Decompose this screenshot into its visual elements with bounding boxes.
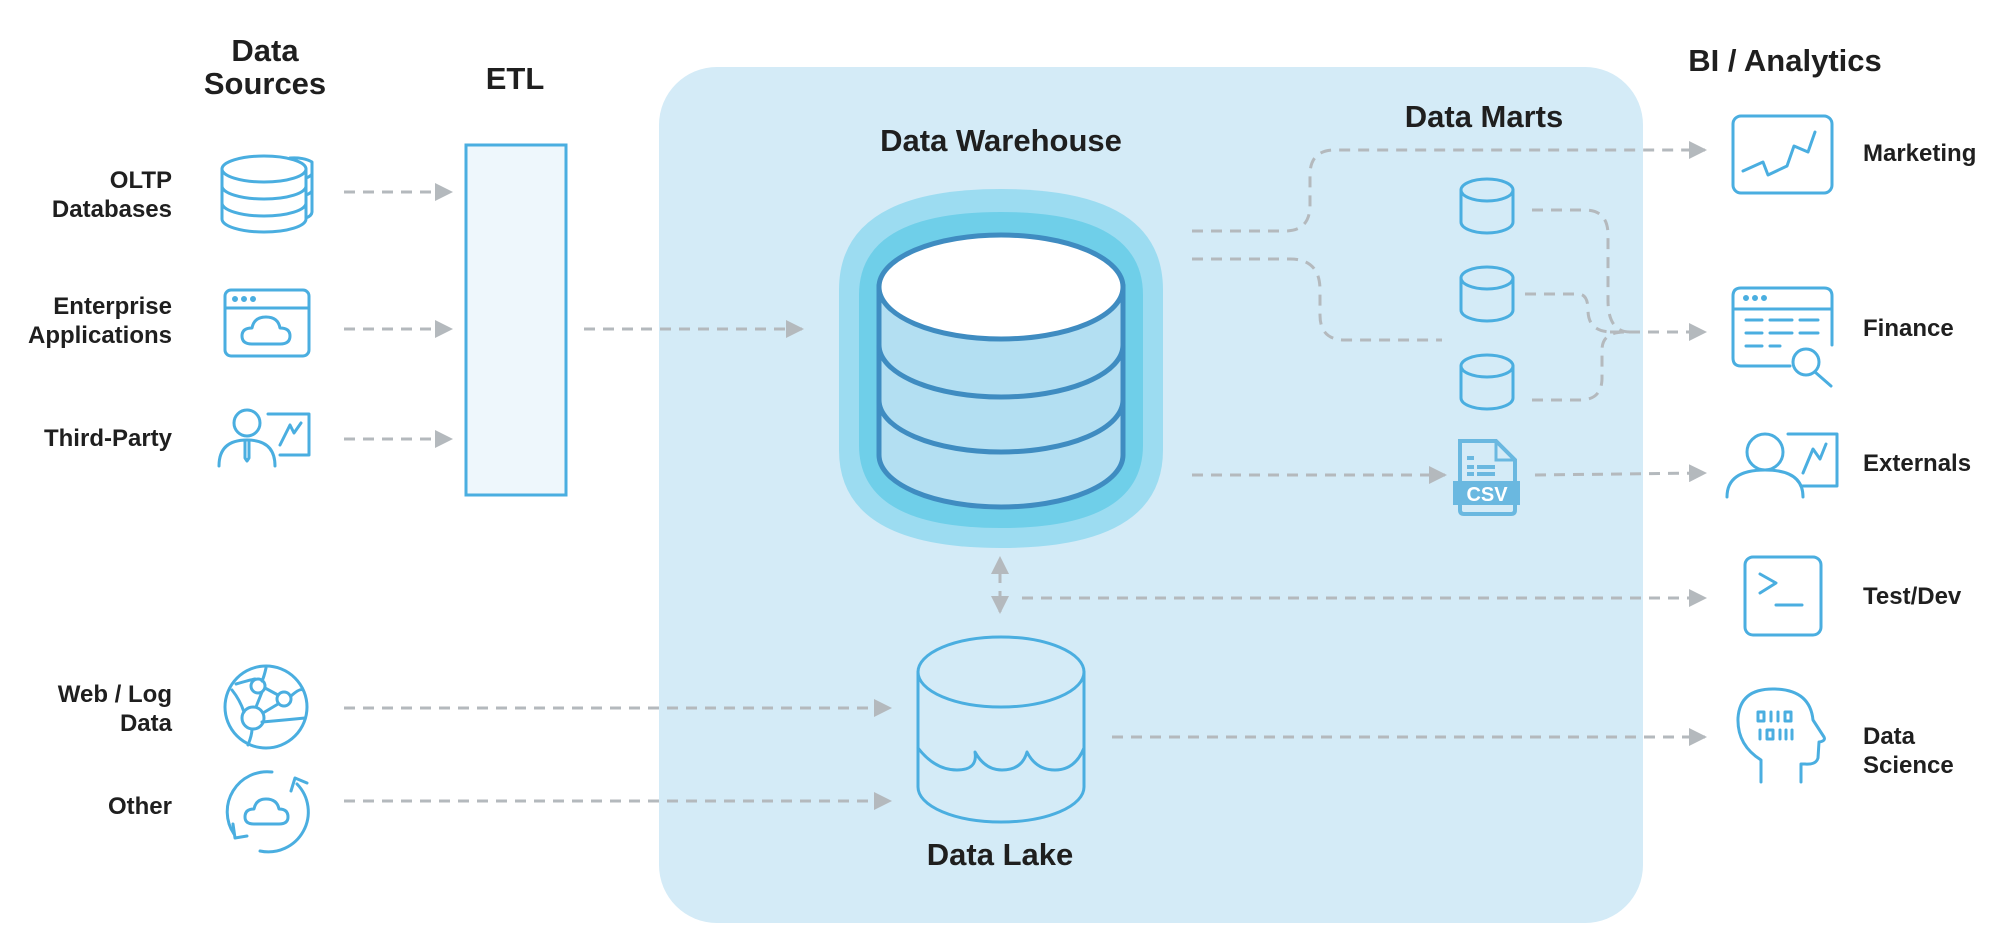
arrow-csv-to-externals: [1534, 464, 1707, 483]
trend-chart-icon: [1731, 114, 1834, 195]
arrow-warehouse-to-marts: [1192, 257, 1442, 342]
database-stack-icon: [220, 154, 314, 234]
diagram-canvas: CSV: [217, 114, 1839, 854]
data-warehouse-icon: [839, 189, 1163, 548]
cloud-sync-icon: [225, 770, 310, 854]
app-cloud-icon: [223, 288, 311, 358]
presenter-chart-icon: [217, 408, 311, 468]
arrow-warehouse-to-marketing: [1192, 141, 1707, 233]
csv-label: CSV: [1466, 484, 1508, 506]
data-mart-icon: [1459, 353, 1515, 411]
arrow-mart3-to-finance: [1532, 330, 1626, 402]
report-search-icon: [1731, 286, 1834, 388]
etl-box: [464, 143, 568, 497]
presenter-chart-icon: [1725, 432, 1839, 499]
network-globe-icon: [223, 664, 309, 750]
arrow-mart1-to-finance: [1532, 208, 1631, 334]
data-mart-icon: [1459, 177, 1515, 235]
data-lake-icon: [916, 635, 1086, 824]
terminal-icon: [1743, 555, 1823, 637]
data-mart-icon: [1459, 265, 1515, 323]
brain-head-icon: [1736, 687, 1826, 784]
arrow-mart2-to-finance: [1525, 292, 1613, 334]
